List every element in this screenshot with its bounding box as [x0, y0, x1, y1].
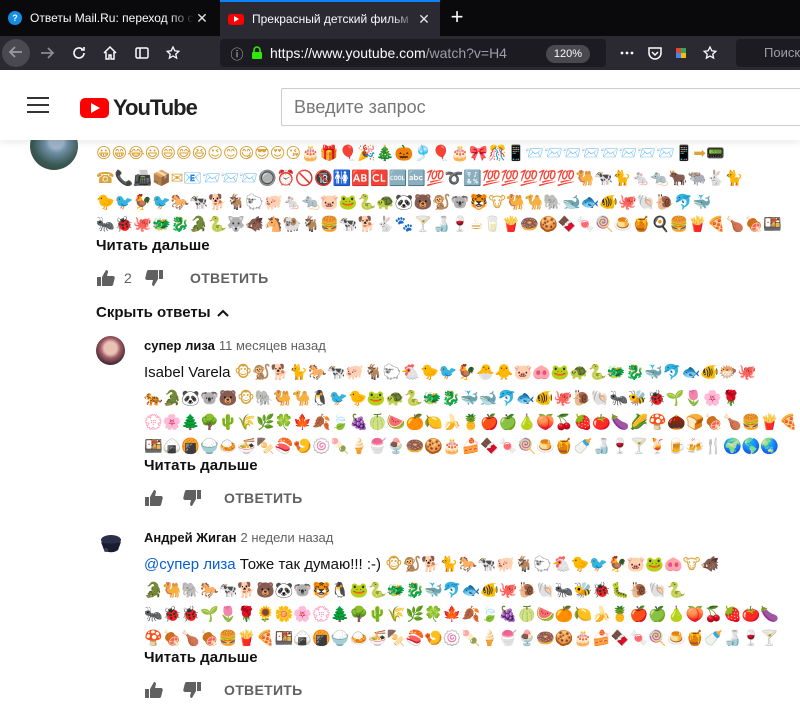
tab-title: Прекрасный детский фильм	[252, 12, 409, 26]
comment-emoji-line: 😀😁😂😃😄😅😆😉😊😋😎😍😘🎂🎁🎈🎉🎄🎃🎐🎈🎂🎀🎊📱📨📨📨📨📨📨📨📨📱➡📟	[96, 144, 725, 162]
comment-emoji-line: 🍄🍖🍗🍖🍔🍟🍕🍱🍙🍘🍚🍛🍜🍢🍣🍤🍥🍡🍦🍧🍨🍩🍪🎂🍰🍫🍬🍭🍮🍯🍼🍶🍷🍸	[144, 629, 780, 647]
comment-emoji-line: ☎📞📠📦✉📧📨📨📨🔘⏰🚫🔞🚻🆎🆑🆒🔤💯➰🔣💯💯💯💯💯🐫🐄🐈🐁🐀🐂🐃🐇🐈	[96, 169, 744, 187]
youtube-search-input[interactable]: Введите запрос	[281, 88, 800, 126]
reply-button[interactable]: ОТВЕТИТЬ	[224, 682, 303, 698]
thumbs-down-icon[interactable]	[182, 681, 202, 699]
arrow-right-icon	[41, 47, 55, 59]
comment-emoji-line: 🍱🍙🍘🍚🍛🍜🍢🍣🍤🍥🍡🍦🍧🍨🍩🍪🎂🍰🍫🍬🍭🍮🍯🍼🍶🍷🍸🍹🍺🍻🍴🌍🌎🌏	[144, 437, 780, 455]
like-count: 2	[124, 270, 132, 286]
comment-time[interactable]: 11 месяцев назад	[219, 338, 326, 353]
pocket-icon	[648, 47, 662, 60]
star-icon	[165, 45, 181, 60]
close-tab-icon[interactable]: ✕	[194, 10, 210, 27]
tab-title: Ответы Mail.Ru: переход по ссылке	[30, 11, 194, 25]
comment-author[interactable]: супер лиза 11 месяцев назад	[144, 338, 326, 353]
read-more-button[interactable]: Читать дальше	[144, 649, 258, 666]
author-name: супер лиза	[144, 338, 215, 353]
comment-emoji-line: 🐅🐊🐼🐨🐻🐵🐘🐫🐪🐧🐦🐤🐸🐢🐍🐲🐉🐳🐋🐬🐟🐠🐙🐌🐚🐜🐝🐞🌱🌷🌸🌹	[144, 389, 741, 407]
bookmark-page-button[interactable]	[697, 40, 723, 66]
avatar[interactable]	[30, 140, 78, 170]
extension-button[interactable]	[668, 40, 694, 66]
forward-button[interactable]	[34, 40, 60, 66]
comment-actions: ОТВЕТИТЬ	[144, 680, 303, 700]
youtube-header: YouTube Введите запрос	[0, 70, 800, 140]
pocket-button[interactable]	[642, 40, 668, 66]
tab-youtube[interactable]: Прекрасный детский фильм ✕	[220, 0, 440, 36]
star-icon	[702, 45, 718, 60]
comment-author[interactable]: Андрей Жиган 2 недели назад	[144, 530, 333, 545]
extension-icon	[676, 48, 686, 58]
sidebar-icon	[135, 47, 149, 59]
reload-icon	[73, 47, 85, 59]
chevron-up-icon	[216, 309, 229, 317]
mail-ru-favicon-icon: ?	[8, 11, 22, 25]
comment-text: Isabel Varela	[144, 364, 231, 381]
hide-replies-label: Скрыть ответы	[96, 304, 211, 321]
youtube-logo-text: YouTube	[113, 95, 198, 120]
reply-button[interactable]: ОТВЕТИТЬ	[190, 270, 269, 286]
comment-emoji-line: 🐊🐫🐘🐎🐄🐕🐻🐼🐨🐯🐧🐸🐍🐲🐉🐳🐬🐟🐠🐙🐌🐚🐜🐝🐞🐛🐌🐚🐍	[144, 581, 686, 599]
comment-emoji-line: 🐜🐞🐙🐲🐉🐊🐍🐺🐗🐴🐏🐐🍔🐄🐕🐇🐾🍸🍶🍷☕🥛🍟🍩🍪🍫🍬🍭🍮🍯🍳🍔🍟🍕🍗🍖🍱	[96, 215, 782, 233]
browser-search-input[interactable]: Поиск	[736, 39, 800, 67]
more-dots-icon	[620, 51, 634, 55]
tab-mail-ru[interactable]: ? Ответы Mail.Ru: переход по ссылке ✕	[0, 0, 218, 36]
comment-time[interactable]: 2 недели назад	[241, 530, 334, 545]
comment-emoji-inline: 🐵🐒🐕🐈🐎🐄🐖🐐🐑🐔🐤🐦🐓🐷🐸🐽🐮🐗	[385, 555, 720, 573]
arrow-left-icon	[8, 46, 22, 58]
comment-emoji-inline: 🐵🐒🐕🐈🐎🐄🐖🐐🐑🐔🐤🐦🐓🐣🐥🐷🐽🐸🐢🐍🐲🐉🐳🐬🐟🐠🐡🐙	[234, 363, 757, 381]
close-tab-icon[interactable]: ✕	[416, 11, 432, 28]
comments-section: 😀😁😂😃😄😅😆😉😊😋😎😍😘🎂🎁🎈🎉🎄🎃🎐🎈🎂🎀🎊📱📨📨📨📨📨📨📨📨📱➡📟 ☎📞📠…	[0, 140, 800, 706]
comment-text: Тоже так думаю!!! :-)	[239, 556, 382, 573]
sidebar-button[interactable]	[129, 40, 155, 66]
thumbs-up-icon[interactable]	[96, 269, 116, 287]
browser-tab-bar: ? Ответы Mail.Ru: переход по ссылке ✕ Пр…	[0, 0, 800, 36]
comment-emoji-line: 🐤🐦🐓🐦🐎🐄🐕🐐🐑🐖🐁🐀🐷🐸🐍🐢🐼🐻🐒🐨🐯🐮🐫🐪🐘🐋🐟🐠🐙🐚🐌🐬🐳	[96, 193, 712, 211]
mention-link[interactable]: @супер лиза	[144, 556, 236, 573]
comment-text-first-line: @супер лиза Тоже так думаю!!! :-) 🐵🐒🐕🐈🐎🐄…	[144, 555, 719, 573]
youtube-logo[interactable]: YouTube	[80, 95, 198, 121]
avatar-image	[101, 535, 121, 553]
avatar[interactable]	[96, 336, 125, 365]
page-actions-button[interactable]	[614, 40, 640, 66]
youtube-favicon-icon	[228, 13, 244, 25]
reply-button[interactable]: ОТВЕТИТЬ	[224, 490, 303, 506]
reload-button[interactable]	[66, 40, 92, 66]
comment-emoji-line: 💮🌸🌲🌳🌵🌾🌿🍀🍁🍂🍃🍇🍈🍉🍊🍋🍌🍍🍎🍏🍐🍑🍒🍓🍅🍆🌽🍄🌰🍞🍖🍗🍔🍟🍕🍝	[144, 413, 796, 431]
home-icon	[103, 45, 117, 60]
youtube-play-icon	[80, 98, 109, 118]
home-button[interactable]	[97, 40, 123, 66]
comment-emoji-line: 🐜🐞🐞🌱🌷🌹🌻🌼🌸💮🌲🌳🌵🌾🌿🍀🍁🍂🍃🍇🍈🍉🍊🍋🍌🍍🍎🍏🍐🍑🍒🍓🍅🍆	[144, 605, 780, 623]
avatar[interactable]	[96, 528, 125, 557]
menu-icon[interactable]	[27, 97, 49, 113]
comment-actions: 2 ОТВЕТИТЬ	[96, 268, 269, 288]
read-more-button[interactable]: Читать дальше	[144, 457, 258, 474]
lock-icon	[252, 46, 262, 59]
back-button[interactable]	[2, 39, 30, 67]
thumbs-up-icon[interactable]	[144, 489, 164, 507]
zoom-level-badge[interactable]: 120%	[546, 45, 590, 63]
read-more-button[interactable]: Читать дальше	[96, 237, 210, 254]
new-tab-button[interactable]: +	[444, 4, 470, 30]
thumbs-down-icon[interactable]	[182, 489, 202, 507]
hide-replies-button[interactable]: Скрыть ответы	[96, 304, 229, 321]
comment-text-first-line: Isabel Varela 🐵🐒🐕🐈🐎🐄🐖🐐🐑🐔🐤🐦🐓🐣🐥🐷🐽🐸🐢🐍🐲🐉🐳🐬🐟🐠…	[144, 363, 756, 381]
info-icon[interactable]: ⓘ	[226, 44, 248, 63]
comment-actions: ОТВЕТИТЬ	[144, 488, 303, 508]
thumbs-down-icon[interactable]	[144, 269, 164, 287]
browser-nav-bar: ⓘ https://www.youtube.com/watch?v=H4 120…	[0, 36, 800, 96]
author-name: Андрей Жиган	[144, 530, 237, 545]
thumbs-up-icon[interactable]	[144, 681, 164, 699]
bookmark-star-button[interactable]	[160, 40, 186, 66]
